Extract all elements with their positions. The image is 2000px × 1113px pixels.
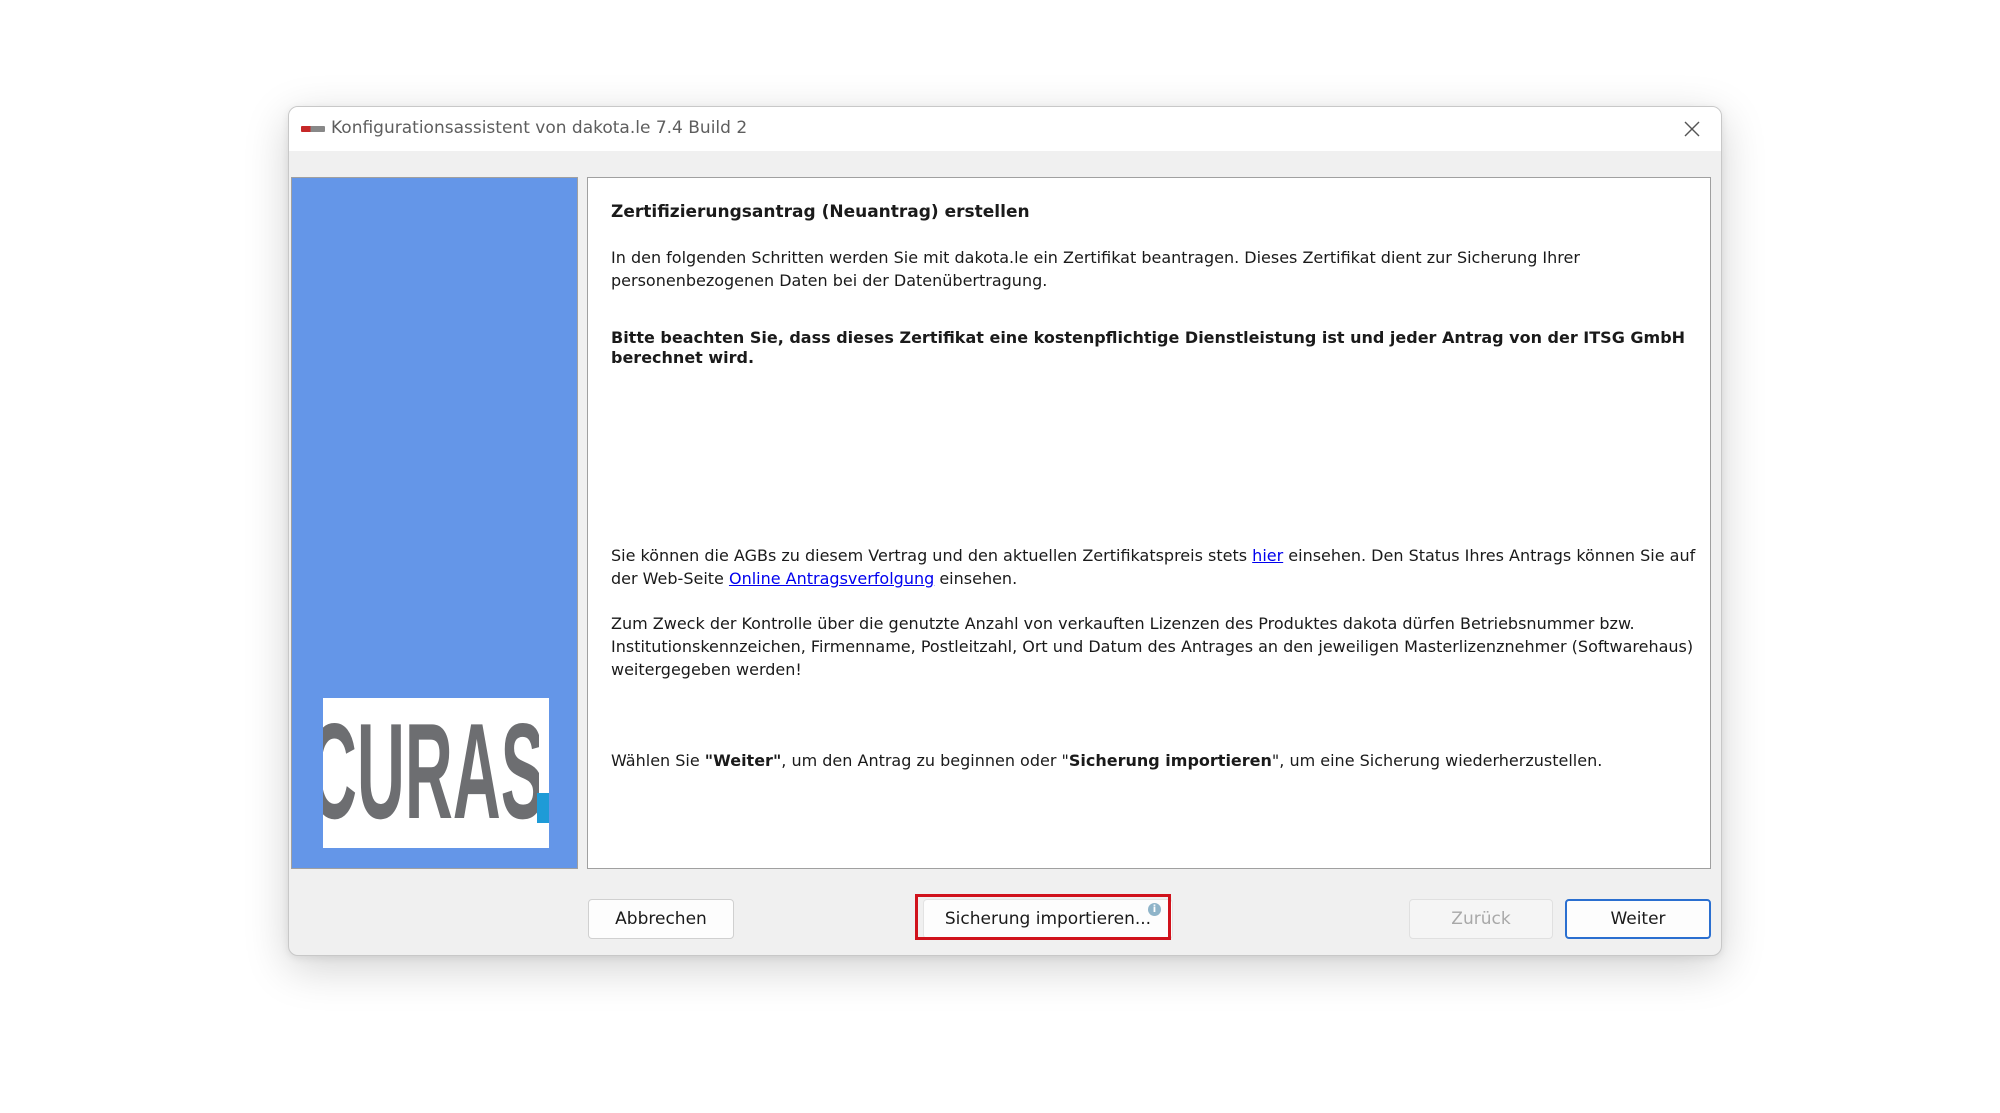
highlight-box: [915, 894, 1171, 940]
control-paragraph: Zum Zweck der Kontrolle über die genutzt…: [611, 614, 1694, 679]
wizard-window: Konfigurationsassistent von dakota.le 7.…: [288, 106, 1722, 956]
choice-text-3: ", um eine Sicherung wiederherzustellen.: [1271, 751, 1603, 770]
close-button[interactable]: [1669, 107, 1715, 151]
agb-text-1: Sie können die AGBs zu diesem Vertrag un…: [611, 546, 1253, 565]
choice-text-2: , um den Antrag zu beginnen oder ": [781, 751, 1069, 770]
page-title: Zertifizierungsantrag (Neuantrag) erstel…: [611, 202, 1030, 222]
curas-logo: CURAS: [323, 698, 549, 848]
intro-text: In den folgenden Schritten werden Sie mi…: [611, 248, 1580, 290]
choice-text-1: Wählen Sie: [611, 751, 705, 770]
cost-notice: Bitte beachten Sie, dass dieses Zertifik…: [611, 328, 1686, 367]
back-button[interactable]: Zurück: [1409, 899, 1553, 939]
agb-link[interactable]: hier: [1252, 546, 1283, 565]
choice-bold-import: Sicherung importieren: [1068, 751, 1272, 770]
wizard-sidebar: CURAS: [291, 177, 578, 869]
agb-paragraph: Sie können die AGBs zu diesem Vertrag un…: [611, 544, 1696, 590]
wizard-content: Zertifizierungsantrag (Neuantrag) erstel…: [587, 177, 1711, 869]
cancel-button[interactable]: Abbrechen: [588, 899, 734, 939]
choice-paragraph: Wählen Sie "Weiter", um den Antrag zu be…: [611, 749, 1696, 772]
window-title: Konfigurationsassistent von dakota.le 7.…: [331, 118, 748, 138]
info-icon: i: [1148, 903, 1161, 916]
logo-text: CURAS: [323, 698, 545, 847]
agb-text-3: einsehen.: [934, 569, 1018, 588]
next-button[interactable]: Weiter: [1565, 899, 1711, 939]
choice-bold-weiter: "Weiter": [704, 751, 782, 770]
tracking-link[interactable]: Online Antragsverfolgung: [729, 569, 934, 588]
close-icon: [1684, 121, 1700, 137]
title-bar: Konfigurationsassistent von dakota.le 7.…: [289, 107, 1721, 151]
dakota-app-icon: [301, 126, 325, 132]
